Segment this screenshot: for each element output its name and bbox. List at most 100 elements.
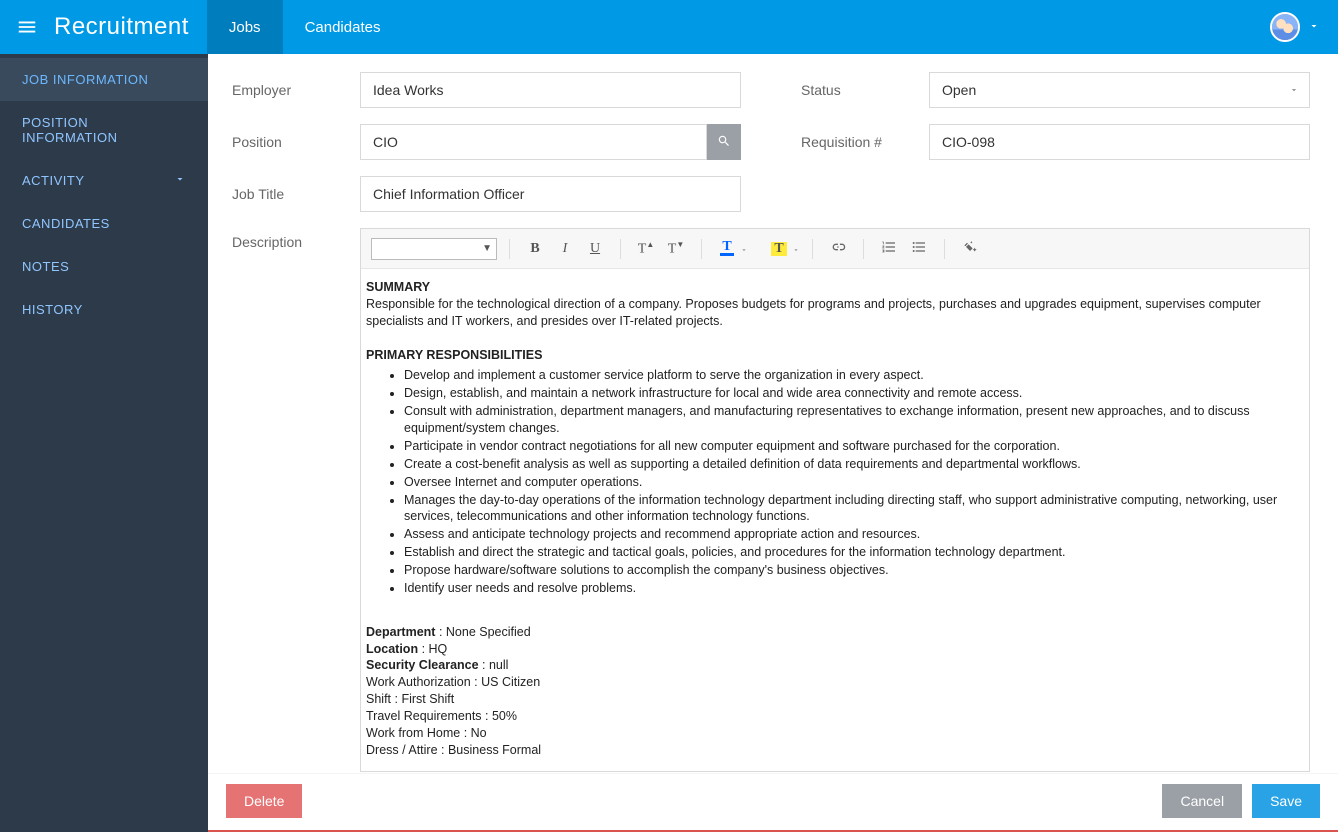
content: Employer Idea Works Status Open [208, 54, 1338, 832]
app-title: Recruitment [54, 0, 203, 54]
list-item: Consult with administration, department … [404, 403, 1304, 437]
description-label: Description [232, 228, 342, 772]
responsibilities-heading: PRIMARY RESPONSIBILITIES [366, 348, 542, 362]
job-title-value: Chief Information Officer [373, 186, 524, 202]
summary-heading: SUMMARY [366, 280, 430, 294]
position-label: Position [232, 134, 342, 150]
ordered-list-button[interactable] [876, 236, 902, 262]
link-icon [830, 239, 846, 258]
search-icon [717, 134, 731, 151]
toolbar-separator [863, 239, 864, 259]
italic-icon: I [563, 241, 568, 257]
requisition-value: CIO-098 [942, 134, 995, 150]
highlight-button[interactable]: T [766, 236, 792, 262]
list-item: Manages the day-to-day operations of the… [404, 492, 1304, 526]
list-item: Participate in vendor contract negotiati… [404, 438, 1304, 455]
form-area: Employer Idea Works Status Open [208, 54, 1338, 774]
underline-button[interactable]: U [582, 236, 608, 262]
sidebar-item-label: NOTES [22, 259, 69, 274]
user-menu[interactable] [1270, 0, 1338, 54]
list-item: Identify user needs and resolve problems… [404, 580, 1304, 597]
menu-icon[interactable] [0, 0, 54, 54]
chevron-down-icon[interactable] [740, 241, 748, 257]
top-header: Recruitment Jobs Candidates [0, 0, 1338, 54]
font-color-icon: T [720, 241, 733, 256]
job-title-field[interactable]: Chief Information Officer [360, 176, 741, 212]
tab-jobs[interactable]: Jobs [207, 0, 283, 54]
detail-line: Travel Requirements : 50% [366, 708, 1304, 725]
requisition-label: Requisition # [801, 134, 911, 150]
tab-candidates-label: Candidates [305, 19, 381, 36]
toolbar-separator [944, 239, 945, 259]
position-value: CIO [373, 134, 398, 150]
font-family-select[interactable]: ▼ [371, 238, 497, 260]
editor-body[interactable]: SUMMARYResponsible for the technological… [361, 269, 1309, 771]
bold-icon: B [530, 241, 539, 257]
editor-toolbar: ▼ B I U T▲ [361, 229, 1309, 269]
tab-candidates[interactable]: Candidates [283, 0, 403, 54]
detail-line: Dress / Attire : Business Formal [366, 742, 1304, 759]
list-item: Oversee Internet and computer operations… [404, 474, 1304, 491]
sidebar-item-candidates[interactable]: CANDIDATES [0, 202, 208, 245]
status-select[interactable]: Open [929, 72, 1310, 108]
sidebar-item-history[interactable]: HISTORY [0, 288, 208, 331]
requisition-field[interactable]: CIO-098 [929, 124, 1310, 160]
cancel-button[interactable]: Cancel [1162, 784, 1242, 818]
detail-line: Shift : First Shift [366, 691, 1304, 708]
toolbar-separator [509, 239, 510, 259]
list-item: Design, establish, and maintain a networ… [404, 385, 1304, 402]
sidebar-item-label: POSITION INFORMATION [22, 115, 186, 145]
status-value: Open [942, 82, 976, 98]
status-label: Status [801, 82, 911, 98]
sidebar-item-label: HISTORY [22, 302, 83, 317]
footer: Delete Cancel Save [208, 774, 1338, 830]
clear-formatting-button[interactable] [957, 236, 983, 262]
list-item: Create a cost-benefit analysis as well a… [404, 456, 1304, 473]
sidebar-item-position-information[interactable]: POSITION INFORMATION [0, 101, 208, 159]
underline-icon: U [590, 241, 600, 257]
tab-jobs-label: Jobs [229, 19, 261, 36]
highlight-icon: T [771, 242, 786, 256]
unordered-list-button[interactable] [906, 236, 932, 262]
sidebar-item-notes[interactable]: NOTES [0, 245, 208, 288]
sidebar-item-job-information[interactable]: JOB INFORMATION [0, 58, 208, 101]
magic-wand-icon [962, 239, 978, 258]
delete-button[interactable]: Delete [226, 784, 302, 818]
detail-line: Work Authorization : US Citizen [366, 674, 1304, 691]
bold-button[interactable]: B [522, 236, 548, 262]
responsibilities-list: Develop and implement a customer service… [404, 367, 1304, 596]
italic-button[interactable]: I [552, 236, 578, 262]
increase-font-button[interactable]: T▲ [633, 236, 659, 262]
decrease-font-icon: T▼ [668, 240, 684, 258]
sidebar: JOB INFORMATION POSITION INFORMATION ACT… [0, 54, 208, 832]
top-tabs: Jobs Candidates [207, 0, 403, 54]
save-label: Save [1270, 793, 1302, 809]
position-field[interactable]: CIO [360, 124, 707, 160]
decrease-font-button[interactable]: T▼ [663, 236, 689, 262]
sidebar-item-activity[interactable]: ACTIVITY [0, 159, 208, 202]
detail-line: Location : HQ [366, 641, 1304, 658]
employer-field[interactable]: Idea Works [360, 72, 741, 108]
cancel-label: Cancel [1180, 793, 1224, 809]
employer-label: Employer [232, 82, 342, 98]
detail-line: Department : None Specified [366, 624, 1304, 641]
sidebar-item-label: ACTIVITY [22, 173, 85, 188]
list-item: Propose hardware/software solutions to a… [404, 562, 1304, 579]
avatar [1270, 12, 1300, 42]
position-search-button[interactable] [707, 124, 741, 160]
link-button[interactable] [825, 236, 851, 262]
sidebar-item-label: JOB INFORMATION [22, 72, 148, 87]
unordered-list-icon [911, 239, 927, 258]
employer-value: Idea Works [373, 82, 444, 98]
save-button[interactable]: Save [1252, 784, 1320, 818]
delete-label: Delete [244, 793, 284, 809]
chevron-down-icon [1308, 19, 1320, 35]
rich-text-editor: ▼ B I U T▲ [360, 228, 1310, 772]
main: JOB INFORMATION POSITION INFORMATION ACT… [0, 54, 1338, 832]
toolbar-separator [620, 239, 621, 259]
list-item: Develop and implement a customer service… [404, 367, 1304, 384]
font-color-button[interactable]: T [714, 236, 740, 262]
chevron-down-icon[interactable] [792, 241, 800, 257]
toolbar-separator [701, 239, 702, 259]
detail-line: Work from Home : No [366, 725, 1304, 742]
